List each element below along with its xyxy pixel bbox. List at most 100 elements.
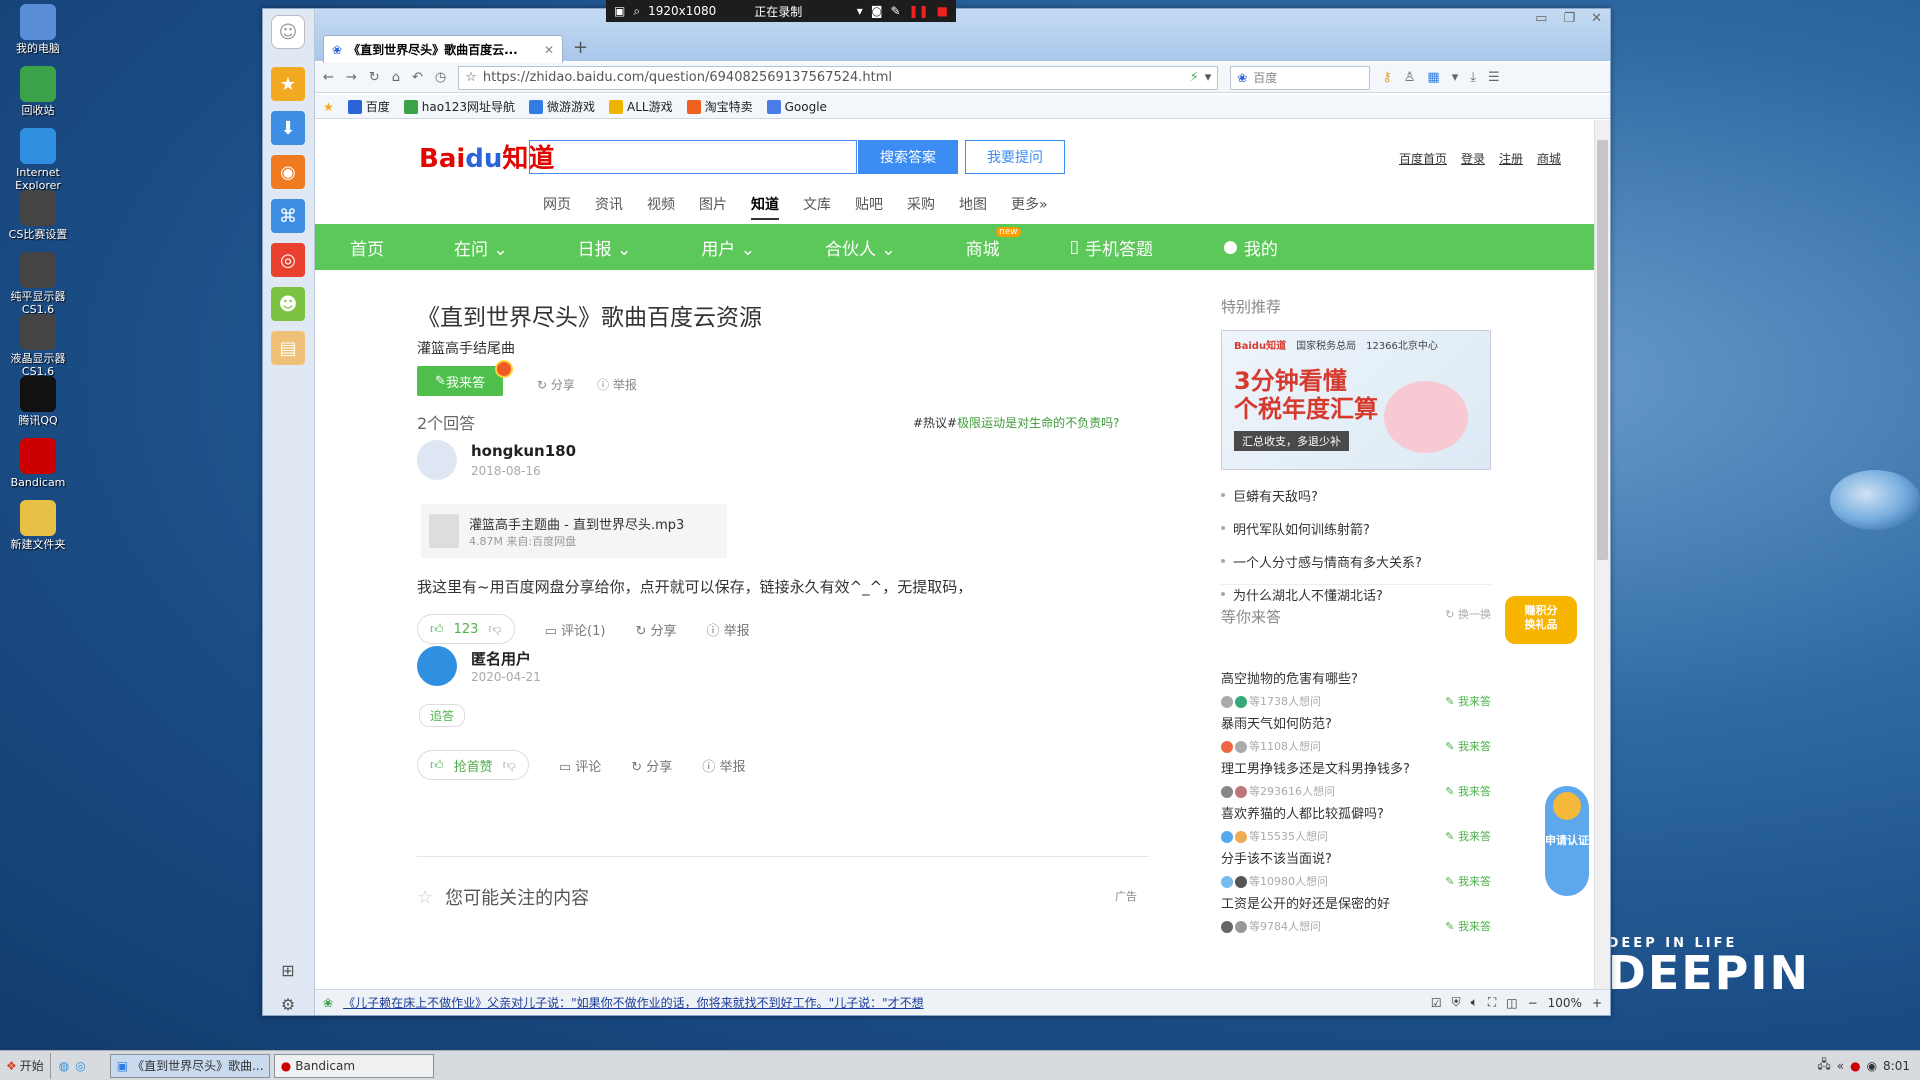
undo-icon[interactable]: ↶ <box>412 70 423 85</box>
notes-icon[interactable]: ▤ <box>271 331 305 365</box>
home-icon[interactable]: ⌂ <box>392 70 400 85</box>
like-button[interactable]: 👍︎ 123 👎︎ <box>417 614 515 644</box>
report-link[interactable]: ⓘ 举报 <box>707 620 750 639</box>
waiting-question-title[interactable]: 高空抛物的危害有哪些? <box>1221 668 1491 687</box>
zhidao-search-input[interactable] <box>529 140 857 174</box>
green-nav-item[interactable]: 日报 ⌄ <box>543 235 667 260</box>
answer-link[interactable]: ✎ 我来答 <box>1445 873 1491 889</box>
recommend-item[interactable]: 明代军队如何训练射箭? <box>1221 519 1422 538</box>
favorites-star-icon[interactable]: ★ <box>323 100 334 114</box>
answer-link[interactable]: ✎ 我来答 <box>1445 918 1491 934</box>
fullscreen-icon[interactable]: ⛶ <box>1488 995 1496 1010</box>
taskbar-task-browser[interactable]: ▣ 《直到世界尽头》歌曲... <box>109 1053 270 1078</box>
favorites-icon[interactable]: ★ <box>271 67 305 101</box>
bookmark-item[interactable]: 百度 <box>347 98 390 115</box>
top-link[interactable]: 商城 <box>1537 150 1561 167</box>
comment-link[interactable]: ▭ 评论(1) <box>545 620 606 639</box>
status-news-link[interactable]: 《儿子赖在床上不做作业》父亲对儿子说："如果你不做作业的话，你将来就找不到好工作… <box>343 994 1421 1011</box>
volume-icon[interactable]: 🔈︎ <box>1471 995 1478 1010</box>
tab-active[interactable]: ❀ 《直到世界尽头》歌曲百度云... ✕ <box>323 35 563 63</box>
green-nav-item[interactable]: 首页 <box>315 235 419 260</box>
pencil-icon[interactable]: ✎ <box>890 4 900 18</box>
lightning-icon[interactable]: ⚡ <box>1190 70 1199 85</box>
desktop-icon[interactable]: 回收站 <box>4 66 72 117</box>
desktop-icon[interactable]: 我的电脑 <box>4 4 72 55</box>
stop-icon[interactable]: ■ <box>937 4 948 18</box>
security-icon[interactable]: ⛨ <box>1452 995 1461 1010</box>
quicklaunch-ie-icon[interactable]: ◎ <box>75 1059 85 1073</box>
desktop-icon[interactable]: CS比赛设置 <box>4 190 72 241</box>
green-nav-item[interactable]: ▯ 手机答题 <box>1035 235 1188 260</box>
share-link[interactable]: ↻ 分享 <box>537 376 575 393</box>
close-icon[interactable]: ✕ <box>544 43 554 57</box>
file-attachment[interactable]: 灌篮高手主题曲 - 直到世界尽头.mp3 4.87M 来自:百度网盘 <box>421 504 727 558</box>
history-icon[interactable]: ◷ <box>435 70 446 85</box>
camera-icon[interactable]: ◙ <box>871 4 883 18</box>
download-icon[interactable]: ⬇ <box>271 111 305 145</box>
refresh-link[interactable]: ↻ 换一换 <box>1445 606 1491 627</box>
scroll-thumb[interactable] <box>1597 140 1608 560</box>
followup-tag[interactable]: 追答 <box>419 704 466 727</box>
hot-topic[interactable]: #热议#极限运动是对生命的不负责吗? <box>913 414 1120 431</box>
report-link[interactable]: ⓘ 举报 <box>597 376 637 393</box>
gamepad-icon[interactable]: ⌘ <box>271 199 305 233</box>
key-icon[interactable]: ⚷ <box>1382 70 1392 85</box>
bookmark-item[interactable]: 微游游戏 <box>529 98 595 115</box>
green-nav-item[interactable]: 商城 new <box>931 226 1035 260</box>
minimize-icon[interactable]: ▭ <box>1535 11 1547 26</box>
recommend-item[interactable]: 一个人分寸感与情商有多大关系? <box>1221 552 1422 571</box>
chevron-down-icon[interactable]: ▾ <box>1452 70 1459 85</box>
category-tab[interactable]: 采购 <box>907 194 935 220</box>
green-nav-item[interactable]: 合伙人 ⌄ <box>790 235 931 260</box>
desktop-icon[interactable]: 新建文件夹 <box>4 500 72 551</box>
shield-icon[interactable]: ◉ <box>1867 1059 1877 1073</box>
start-button[interactable]: ❖ 开始 <box>0 1052 51 1079</box>
waiting-question-title[interactable]: 喜欢养猫的人都比较孤僻吗? <box>1221 803 1491 822</box>
answer-username[interactable]: hongkun180 <box>471 442 576 460</box>
desktop-icon[interactable]: Bandicam <box>4 438 72 489</box>
tax-banner[interactable]: Baidu知道 国家税务总局 12366北京中心 3分钟看懂 个税年度汇算 汇总… <box>1221 330 1491 470</box>
green-nav-item[interactable]: ● 我的 <box>1188 235 1313 260</box>
answer-link[interactable]: ✎ 我来答 <box>1445 828 1491 844</box>
split-icon[interactable]: ◫ <box>1506 996 1517 1010</box>
network-icon[interactable]: 🖧︎ <box>1817 1055 1830 1076</box>
bookmark-item[interactable]: Google <box>766 98 827 115</box>
category-tab[interactable]: 贴吧 <box>855 194 883 220</box>
bookmark-item[interactable]: hao123网址导航 <box>403 98 515 115</box>
chevron-down-icon[interactable]: ▾ <box>857 4 863 18</box>
smile-icon[interactable]: ☻ <box>271 287 305 321</box>
category-tab[interactable]: 视频 <box>647 194 675 220</box>
category-tab[interactable]: 网页 <box>543 194 571 220</box>
bookmark-item[interactable]: 淘宝特卖 <box>686 98 753 115</box>
thumbs-down-icon[interactable]: 👎︎ <box>488 622 501 637</box>
recommend-item[interactable]: 为什么湖北人不懂湖北话? <box>1221 585 1422 604</box>
page-scrollbar[interactable] <box>1594 120 1610 990</box>
red-packet-icon[interactable] <box>495 360 513 378</box>
star-icon[interactable]: ☆ <box>465 70 477 85</box>
search-answer-button[interactable]: 搜索答案 <box>858 140 958 174</box>
chevron-down-icon[interactable]: ▾ <box>1205 70 1212 85</box>
new-tab-icon[interactable]: + <box>573 37 588 58</box>
comment-link[interactable]: ▭ 评论 <box>559 756 601 775</box>
translate-icon[interactable]: ▦ <box>1427 70 1439 85</box>
answer-link[interactable]: ✎ 我来答 <box>1445 783 1491 799</box>
url-field[interactable]: ☆ https://zhidao.baidu.com/question/6940… <box>458 65 1219 90</box>
category-tab[interactable]: 文库 <box>803 194 831 220</box>
waiting-question-title[interactable]: 分手该不该当面说? <box>1221 848 1491 867</box>
user-icon[interactable]: ♙ <box>1404 70 1416 85</box>
back-icon[interactable]: ← <box>323 70 334 85</box>
add-icon[interactable]: ⊞ <box>271 953 305 987</box>
window-icon[interactable]: ▣ <box>614 4 625 18</box>
search-input[interactable]: ❀ 百度 <box>1230 65 1371 90</box>
category-tab[interactable]: 知道 <box>751 194 779 220</box>
pause-icon[interactable]: ❚❚ <box>909 4 929 18</box>
top-link[interactable]: 注册 <box>1499 150 1523 167</box>
category-tab[interactable]: 图片 <box>699 194 727 220</box>
maximize-icon[interactable]: ❐ <box>1563 11 1575 26</box>
desktop-icon[interactable]: 纯平显示器 CS1.6 <box>4 252 72 316</box>
category-tab[interactable]: 地图 <box>959 194 987 220</box>
answer-link[interactable]: ✎ 我来答 <box>1445 738 1491 754</box>
gear-icon[interactable]: ⚙ <box>271 987 305 1021</box>
search-icon[interactable]: ⌕ <box>633 4 640 19</box>
share-link[interactable]: ↻ 分享 <box>635 620 676 639</box>
